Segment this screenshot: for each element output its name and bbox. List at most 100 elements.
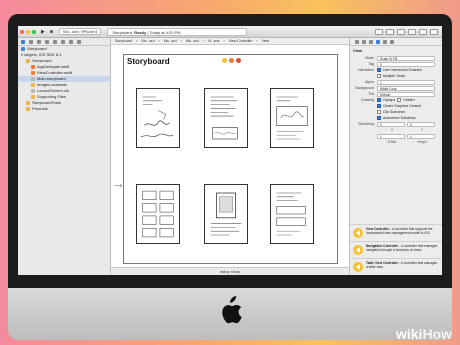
size-class-label: wAny hAny: [219, 269, 240, 274]
version-editor-icon[interactable]: [397, 28, 405, 35]
connections-inspector-icon[interactable]: [390, 39, 394, 44]
view-controller-dock-icon[interactable]: [222, 58, 227, 63]
sketch-drawing-icon: [210, 96, 238, 140]
navigator-toggle-icon[interactable]: [408, 28, 416, 35]
file-tree: Storyboard 2 targets, iOS SDK 8.1 Storyboa…: [18, 46, 110, 112]
zoom-window-button[interactable]: [32, 29, 36, 34]
interaction-option: User Interaction Enabled: [383, 67, 422, 72]
exit-dock-icon[interactable]: [236, 58, 241, 63]
assistant-editor-icon[interactable]: [386, 28, 394, 35]
test-navigator-icon[interactable]: [53, 39, 57, 44]
chevron-right-icon: ›: [180, 39, 182, 43]
library-item[interactable]: Navigation Controller - A controller tha…: [350, 241, 442, 258]
toolbar-view-buttons: [375, 28, 438, 35]
jump-bar-item[interactable]: View: [262, 39, 270, 43]
navigator-item[interactable]: Products: [18, 106, 110, 112]
stretch-caption: Width: [387, 140, 397, 144]
sketch-thumbnail[interactable]: [204, 88, 248, 148]
watermark-part-a: wiki: [395, 326, 423, 342]
view-controller-scene[interactable]: Storyboard: [123, 54, 338, 264]
minimize-window-button[interactable]: [26, 29, 30, 34]
opaque-checkbox[interactable]: [377, 98, 381, 103]
autoresize-checkbox[interactable]: [377, 116, 381, 121]
sketch-thumbnail[interactable]: [270, 184, 314, 244]
jump-bar-item[interactable]: Vi...ene: [208, 39, 220, 43]
jump-bar-item[interactable]: Storyboard: [115, 39, 132, 43]
scheme-device: iPhone 6: [81, 29, 98, 34]
xcode-window: ▶ ■ Sto...ard › iPhone 6 Storyboard: Rea…: [18, 26, 442, 275]
sketch-thumbnail[interactable]: [270, 88, 314, 148]
library-item[interactable]: View Controller - A controller that supp…: [350, 224, 442, 241]
clip-subviews-checkbox[interactable]: [377, 110, 381, 115]
stretch-caption: Y: [420, 128, 424, 132]
jump-bar-item[interactable]: Sto...ard: [141, 39, 154, 43]
first-responder-dock-icon[interactable]: [229, 58, 234, 63]
user-interaction-checkbox[interactable]: [377, 68, 381, 73]
run-icon[interactable]: ▶: [41, 29, 45, 35]
hidden-checkbox[interactable]: [397, 98, 402, 103]
symbol-navigator-icon[interactable]: [29, 39, 33, 44]
attributes-inspector-icon[interactable]: [376, 39, 380, 44]
watermark-part-b: How: [422, 326, 452, 342]
stretch-width-field[interactable]: 1: [377, 133, 405, 139]
size-class-bar[interactable]: wAny hAny: [111, 267, 349, 275]
sketch-thumbnail[interactable]: [136, 88, 180, 148]
jump-bar-item[interactable]: Ma...ard: [164, 39, 177, 43]
debug-navigator-icon[interactable]: [61, 39, 65, 44]
sketch-thumbnail[interactable]: [136, 184, 180, 244]
activity-status: Storyboard: Ready | Today at 4:20 PM: [107, 27, 248, 36]
clears-context-checkbox[interactable]: [377, 104, 381, 109]
stretch-size-caption-row: Width Height: [350, 139, 442, 145]
folder-icon: [31, 83, 35, 87]
alpha-label: Alpha: [365, 80, 374, 84]
project-navigator-icon[interactable]: [21, 39, 25, 44]
identity-inspector-icon[interactable]: [369, 39, 373, 44]
multiple-touch-checkbox[interactable]: [377, 74, 381, 79]
navigator-item-label: Products: [32, 106, 48, 111]
debug-toggle-icon[interactable]: [419, 28, 427, 35]
storyboard-canvas[interactable]: → Storyboard: [111, 45, 349, 267]
folder-icon: [31, 95, 35, 99]
library-item-text: Table View Controller - A controller tha…: [366, 261, 439, 273]
standard-editor-icon[interactable]: [375, 28, 383, 35]
utilities-toggle-icon[interactable]: [430, 28, 438, 35]
background-select[interactable]: White Color: [377, 85, 435, 91]
quick-help-icon[interactable]: [362, 39, 366, 44]
tint-label: Tint: [368, 92, 374, 96]
library-item-text: Navigation Controller - A controller tha…: [366, 244, 439, 256]
swift-icon: [31, 65, 35, 69]
tag-label: Tag: [368, 62, 374, 66]
alpha-field[interactable]: 1: [377, 79, 435, 85]
stretch-x-field[interactable]: 0: [377, 121, 405, 127]
jump-bar-item[interactable]: Ma...ard: [186, 39, 199, 43]
chevron-right-icon: ›: [202, 39, 204, 43]
library-item[interactable]: Table View Controller - A controller tha…: [350, 258, 442, 275]
sketch-thumbnail[interactable]: [204, 184, 248, 244]
stretch-y-field[interactable]: 0: [407, 121, 435, 127]
mode-select[interactable]: Scale To Fill: [377, 55, 435, 61]
folder-icon: [26, 107, 30, 111]
chevron-right-icon: ›: [256, 39, 258, 43]
drawing-option: Autoresize Subviews: [383, 115, 416, 120]
stop-icon[interactable]: ■: [50, 29, 53, 35]
sketch-drawing-icon: [276, 192, 306, 236]
tint-select[interactable]: Default: [377, 91, 435, 97]
file-inspector-icon[interactable]: [355, 39, 359, 44]
stretch-caption: Height: [416, 140, 428, 144]
utilities-inspector: View Mode Scale To Fill Tag 0 Interactio…: [349, 38, 442, 275]
close-window-button[interactable]: [20, 29, 24, 34]
size-inspector-icon[interactable]: [383, 39, 387, 44]
stretch-height-field[interactable]: 1: [407, 133, 435, 139]
sketch-drawing-icon: [142, 190, 174, 238]
interaction-option: Multiple Touch: [383, 73, 406, 78]
scheme-selector[interactable]: Sto...ard › iPhone 6: [58, 28, 102, 35]
sketch-drawing-icon: [210, 192, 242, 236]
jump-bar-item[interactable]: View Controller: [229, 39, 253, 43]
folder-icon: [26, 59, 30, 63]
tag-field[interactable]: 0: [377, 61, 435, 67]
issue-navigator-icon[interactable]: [45, 39, 49, 44]
report-navigator-icon[interactable]: [77, 39, 81, 44]
canvas-title: Storyboard: [127, 57, 170, 66]
find-navigator-icon[interactable]: [37, 39, 41, 44]
breakpoint-navigator-icon[interactable]: [69, 39, 73, 44]
